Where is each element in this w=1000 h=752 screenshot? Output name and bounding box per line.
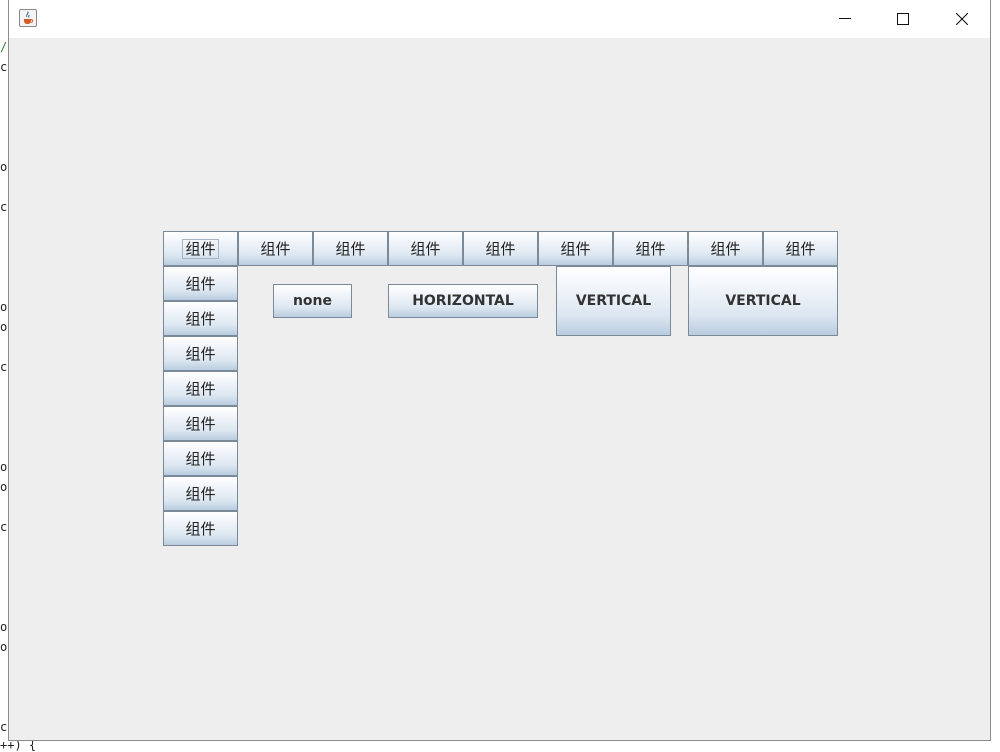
component-button-r7c0[interactable]: 组件 <box>163 476 238 511</box>
component-button-r5c0[interactable]: 组件 <box>163 406 238 441</box>
java-cup-icon[interactable] <box>19 9 37 27</box>
component-button-r0c1[interactable]: 组件 <box>238 231 313 266</box>
component-button-r0c3[interactable]: 组件 <box>388 231 463 266</box>
close-button[interactable] <box>933 0 991 38</box>
component-button-r0c8[interactable]: 组件 <box>763 231 838 266</box>
component-button-r1c0[interactable]: 组件 <box>163 266 238 301</box>
component-button-label: 组件 <box>185 485 216 503</box>
minimize-button[interactable] <box>816 0 874 38</box>
component-button-label: 组件 <box>485 240 516 258</box>
component-button-label: 组件 <box>185 450 216 468</box>
component-button-label: 组件 <box>335 240 366 258</box>
component-button-label: 组件 <box>785 240 816 258</box>
component-button-label: 组件 <box>182 238 219 259</box>
component-button-r0c0[interactable]: 组件 <box>163 231 238 266</box>
component-button-r4c0[interactable]: 组件 <box>163 371 238 406</box>
fill-horizontal-label: HORIZONTAL <box>412 293 514 309</box>
component-button-label: 组件 <box>185 520 216 538</box>
component-button-label: 组件 <box>635 240 666 258</box>
component-button-label: 组件 <box>185 310 216 328</box>
component-button-label: 组件 <box>710 240 741 258</box>
component-button-r8c0[interactable]: 组件 <box>163 511 238 546</box>
component-button-r0c5[interactable]: 组件 <box>538 231 613 266</box>
component-button-r2c0[interactable]: 组件 <box>163 301 238 336</box>
component-button-r0c4[interactable]: 组件 <box>463 231 538 266</box>
component-button-r0c2[interactable]: 组件 <box>313 231 388 266</box>
component-button-r6c0[interactable]: 组件 <box>163 441 238 476</box>
component-button-label: 组件 <box>560 240 591 258</box>
fill-none-button[interactable]: none <box>273 284 352 318</box>
fill-horizontal-button[interactable]: HORIZONTAL <box>388 284 538 318</box>
component-button-label: 组件 <box>185 380 216 398</box>
component-button-label: 组件 <box>185 275 216 293</box>
component-button-r0c7[interactable]: 组件 <box>688 231 763 266</box>
component-button-label: 组件 <box>410 240 441 258</box>
component-button-label: 组件 <box>185 345 216 363</box>
close-icon <box>956 13 968 25</box>
grid-bag-panel: 组件 组件 组件 组件 组件 组件 组件 组件 组件 组件 组件 组件 组件 组… <box>9 38 990 741</box>
minimize-icon <box>839 18 851 19</box>
fill-both-button[interactable]: VERTICAL <box>688 266 838 336</box>
fill-none-label: none <box>292 293 333 309</box>
component-button-label: 组件 <box>185 415 216 433</box>
component-button-label: 组件 <box>260 240 291 258</box>
title-bar[interactable] <box>9 0 990 38</box>
maximize-icon <box>897 13 909 25</box>
fill-vertical-button[interactable]: VERTICAL <box>556 266 671 336</box>
component-button-r3c0[interactable]: 组件 <box>163 336 238 371</box>
fill-both-label: VERTICAL <box>725 293 801 309</box>
code-fragment: / <box>0 40 8 54</box>
maximize-button[interactable] <box>874 0 932 38</box>
fill-vertical-label: VERTICAL <box>575 293 652 309</box>
app-window: 组件 组件 组件 组件 组件 组件 组件 组件 组件 组件 组件 组件 组件 组… <box>8 0 991 741</box>
component-button-r0c6[interactable]: 组件 <box>613 231 688 266</box>
